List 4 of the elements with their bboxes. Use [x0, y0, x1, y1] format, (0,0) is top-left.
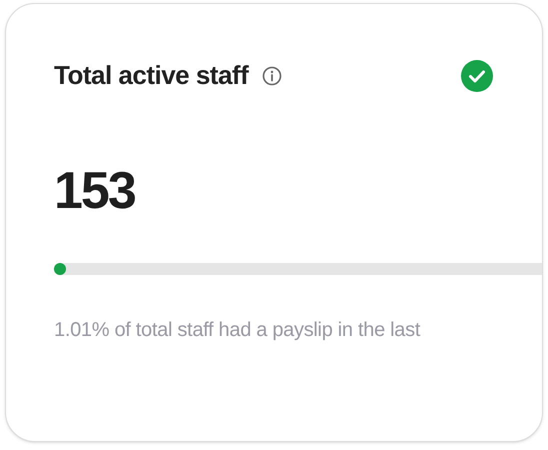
card-title: Total active staff	[54, 59, 248, 92]
caption-text: 1.01% of total staff had a payslip in the last	[54, 318, 420, 343]
staff-count: 153	[54, 165, 135, 217]
info-icon[interactable]	[262, 66, 282, 86]
